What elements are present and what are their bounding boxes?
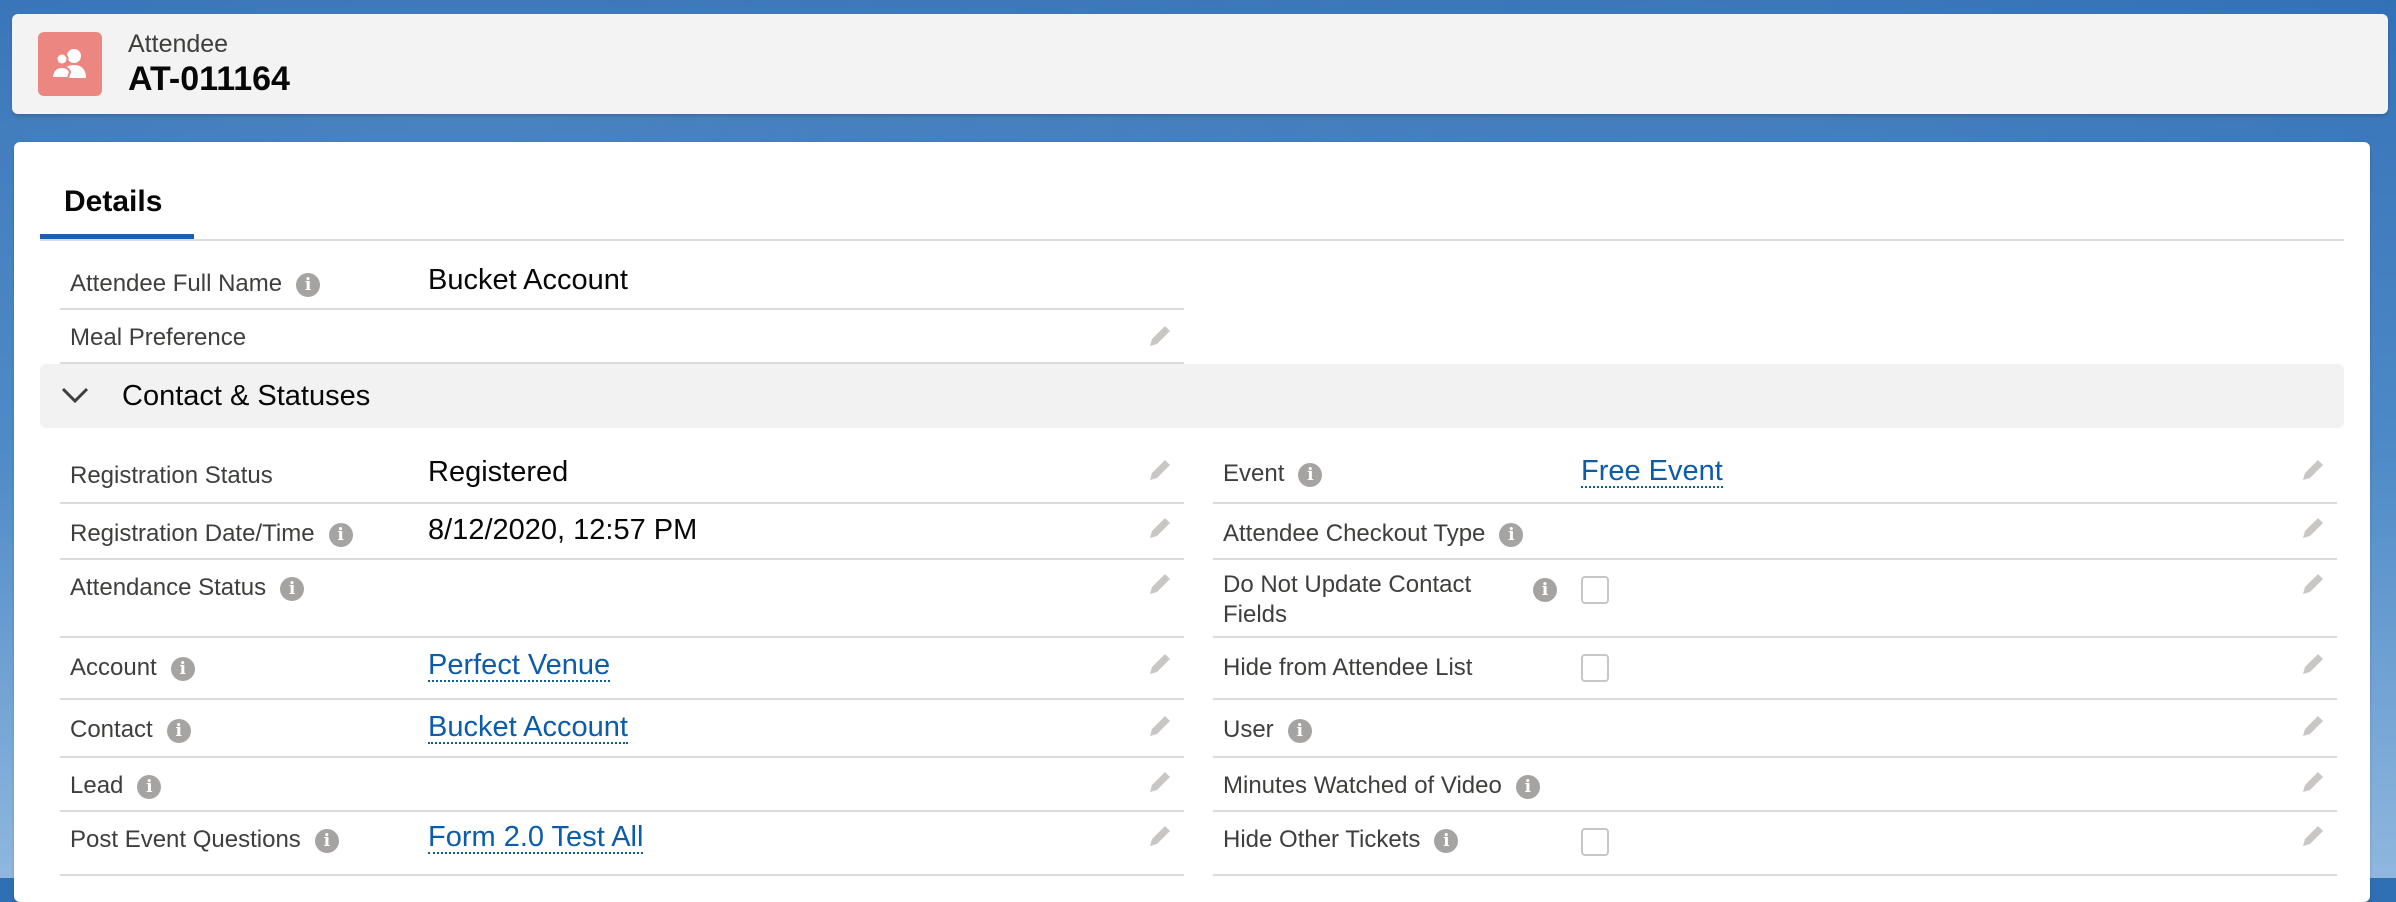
post-event-questions-link[interactable]: Form 2.0 Test All xyxy=(428,822,644,854)
info-icon[interactable]: i xyxy=(328,522,353,547)
event-link[interactable]: Free Event xyxy=(1581,456,1723,488)
info-icon[interactable]: i xyxy=(1499,522,1524,547)
hide-other-tickets-checkbox[interactable] xyxy=(1581,828,1609,856)
field-hide-from-attendee-list: Hide from Attendee List xyxy=(1213,638,2337,700)
field-label-text: Contact xyxy=(70,716,153,743)
field-label: Contact i xyxy=(70,716,191,744)
field-label: Registration Date/Time i xyxy=(70,520,353,548)
section-contact-statuses[interactable]: Contact & Statuses xyxy=(40,364,2344,428)
do-not-update-contact-fields-checkbox[interactable] xyxy=(1581,576,1609,604)
field-attendee-checkout-type: Attendee Checkout Type i xyxy=(1213,504,2337,560)
field-registration-status: Registration Status Registered xyxy=(60,442,1184,504)
field-label-text: Post Event Questions xyxy=(70,826,301,853)
edit-pencil-icon[interactable] xyxy=(1146,456,1174,489)
edit-pencil-icon[interactable] xyxy=(1146,822,1174,855)
field-label: Lead i xyxy=(70,772,162,800)
field-label-text: User xyxy=(1223,716,1274,743)
field-label-text: Attendance Status xyxy=(70,574,267,601)
field-label: Hide from Attendee List xyxy=(1223,654,1473,681)
field-label: Attendee Checkout Type i xyxy=(1223,520,1524,548)
field-label: Do Not Update Contact Fields xyxy=(1223,571,1472,628)
field-label-text: Hide Other Tickets xyxy=(1223,826,1421,853)
field-label-text: Attendee Checkout Type xyxy=(1223,520,1486,547)
info-icon[interactable]: i xyxy=(137,774,162,799)
info-icon[interactable]: i xyxy=(1533,578,1557,602)
field-user: User i xyxy=(1213,700,2337,758)
people-icon xyxy=(38,32,102,96)
record-title: AT-011164 xyxy=(128,60,290,98)
info-icon[interactable]: i xyxy=(314,828,339,853)
field-value: 8/12/2020, 12:57 PM xyxy=(428,514,698,546)
edit-pencil-icon[interactable] xyxy=(1146,712,1174,745)
info-icon[interactable]: i xyxy=(170,656,195,681)
field-attendee-full-name: Attendee Full Name i Bucket Account xyxy=(60,254,1184,310)
edit-pencil-icon[interactable] xyxy=(1146,570,1174,603)
field-label-text: Attendee Full Name xyxy=(70,270,283,297)
field-label: Minutes Watched of Video i xyxy=(1223,772,1540,800)
field-label-text: Lead xyxy=(70,772,124,799)
info-icon[interactable]: i xyxy=(296,272,321,297)
edit-pencil-icon[interactable] xyxy=(2299,822,2327,855)
info-icon[interactable]: i xyxy=(1287,718,1312,743)
field-label: User i xyxy=(1223,716,1312,744)
edit-pencil-icon[interactable] xyxy=(1146,514,1174,547)
field-label: Event i xyxy=(1223,460,1323,488)
field-post-event-questions: Post Event Questions i Form 2.0 Test All xyxy=(60,812,1184,876)
edit-pencil-icon[interactable] xyxy=(2299,570,2327,603)
field-label-text: Account xyxy=(70,654,157,681)
hide-from-attendee-list-checkbox[interactable] xyxy=(1581,654,1609,682)
field-label-text: Registration Date/Time xyxy=(70,520,315,547)
section-title: Contact & Statuses xyxy=(122,380,371,412)
field-label-text: Event xyxy=(1223,460,1285,487)
field-contact: Contact i Bucket Account xyxy=(60,700,1184,758)
field-registration-datetime: Registration Date/Time i 8/12/2020, 12:57… xyxy=(60,504,1184,560)
field-label: Meal Preference xyxy=(70,324,247,351)
field-do-not-update-contact-fields: Do Not Update Contact Fields i xyxy=(1213,560,2337,638)
field-label: Post Event Questions i xyxy=(70,826,339,854)
info-icon[interactable]: i xyxy=(280,576,305,601)
field-label: Attendance Status i xyxy=(70,574,305,602)
contact-link[interactable]: Bucket Account xyxy=(428,712,628,744)
object-type-label: Attendee xyxy=(128,30,229,58)
edit-pencil-icon[interactable] xyxy=(2299,514,2327,547)
field-minutes-watched-of-video: Minutes Watched of Video i xyxy=(1213,758,2337,812)
field-label-text: Minutes Watched of Video xyxy=(1223,772,1502,799)
field-account: Account i Perfect Venue xyxy=(60,638,1184,700)
info-icon[interactable]: i xyxy=(166,718,191,743)
field-label: Registration Status xyxy=(70,462,273,489)
edit-pencil-icon[interactable] xyxy=(2299,650,2327,683)
info-icon[interactable]: i xyxy=(1298,462,1323,487)
tab-details[interactable]: Details xyxy=(40,182,194,239)
field-value: Bucket Account xyxy=(428,264,628,296)
edit-pencil-icon[interactable] xyxy=(1146,768,1174,801)
field-hide-other-tickets: Hide Other Tickets i xyxy=(1213,812,2337,876)
edit-pencil-icon[interactable] xyxy=(2299,456,2327,489)
edit-pencil-icon[interactable] xyxy=(1146,650,1174,683)
field-label: Hide Other Tickets i xyxy=(1223,826,1459,854)
field-meal-preference: Meal Preference xyxy=(60,310,1184,364)
info-icon[interactable]: i xyxy=(1434,828,1459,853)
field-label: Account i xyxy=(70,654,195,682)
field-label: Attendee Full Name i xyxy=(70,270,321,298)
field-event: Event i Free Event xyxy=(1213,442,2337,504)
edit-pencil-icon[interactable] xyxy=(2299,712,2327,745)
edit-pencil-icon[interactable] xyxy=(1146,322,1174,355)
field-lead: Lead i xyxy=(60,758,1184,812)
record-header: Attendee AT-011164 xyxy=(12,14,2388,114)
field-attendance-status: Attendance Status i xyxy=(60,560,1184,638)
info-icon[interactable]: i xyxy=(1515,774,1540,799)
edit-pencil-icon[interactable] xyxy=(2299,768,2327,801)
details-card: Details Attendee Full Name i Bucket Accou… xyxy=(14,142,2370,902)
account-link[interactable]: Perfect Venue xyxy=(428,650,611,682)
chevron-down-icon xyxy=(60,384,90,411)
tab-bar: Details xyxy=(40,142,2344,241)
field-value: Registered xyxy=(428,456,569,488)
